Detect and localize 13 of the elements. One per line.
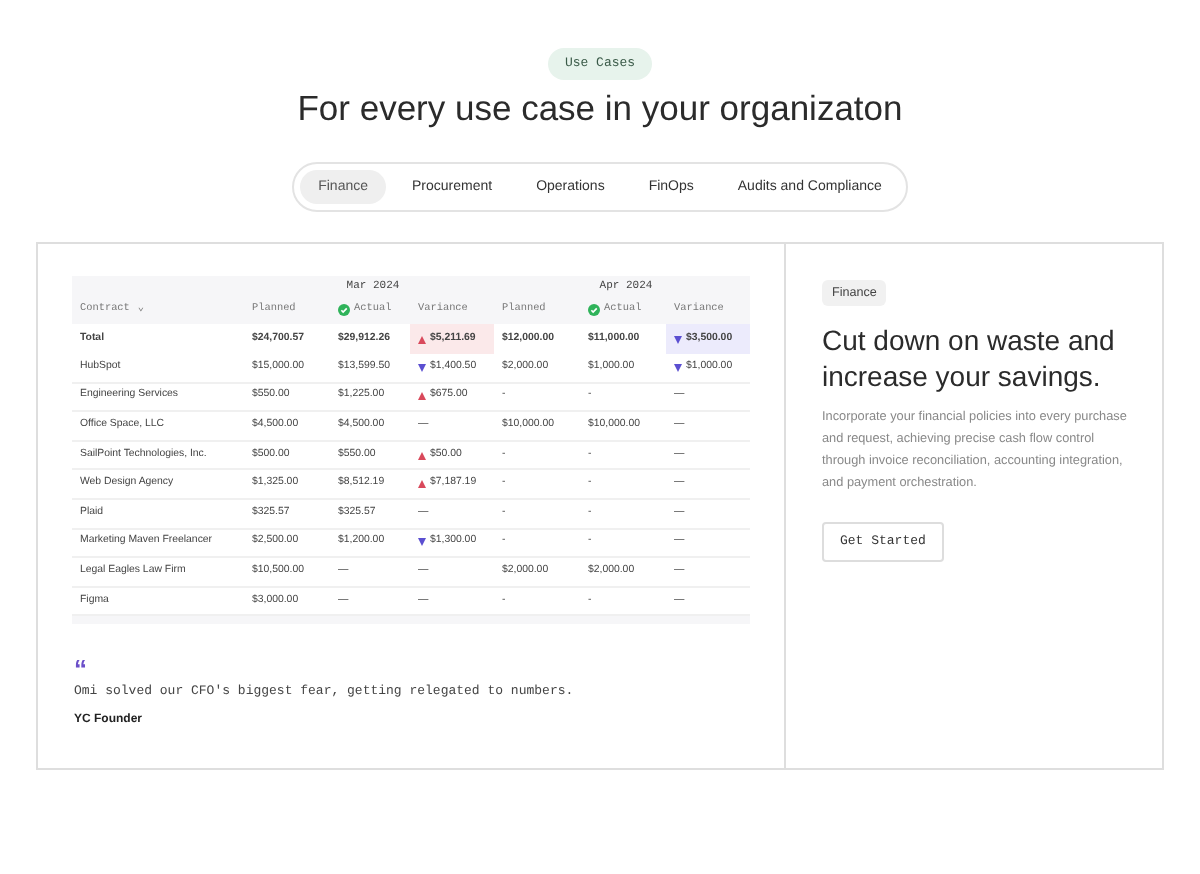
up-arrow-icon <box>418 480 426 489</box>
section-title: For every use case in your organizaton <box>297 87 903 130</box>
up-arrow-icon <box>418 392 426 401</box>
quote-mark: “ <box>74 655 89 682</box>
down-arrow-icon <box>674 335 682 344</box>
check-circle-icon <box>338 304 350 317</box>
up-arrow-icon <box>418 451 426 460</box>
check-circle-icon <box>588 304 600 317</box>
panel-heading: Cut down on waste and increase your savings. <box>822 322 1117 395</box>
down-arrow-icon <box>418 363 426 372</box>
down-arrow-icon <box>418 538 426 547</box>
down-arrow-icon <box>674 363 682 372</box>
up-arrow-icon <box>418 335 426 344</box>
